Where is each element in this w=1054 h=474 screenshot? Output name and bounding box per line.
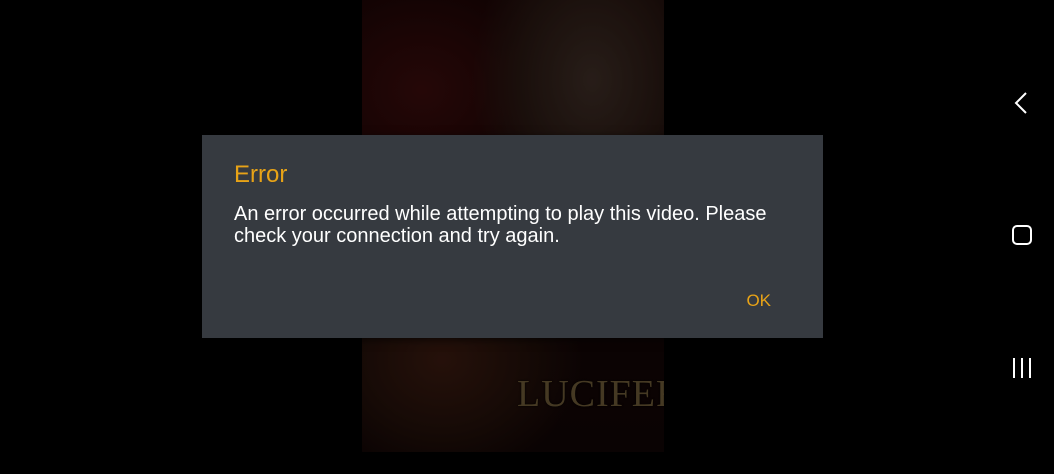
error-dialog: Error An error occurred while attempting… (202, 135, 823, 338)
back-button[interactable] (1000, 81, 1044, 125)
rounded-square-icon (1012, 225, 1032, 245)
ok-button[interactable]: OK (738, 287, 779, 315)
dialog-title: Error (234, 161, 288, 188)
system-navigation-bar (992, 0, 1054, 474)
video-player-screen: LUCIFER Error An error occurred while at… (0, 0, 1054, 474)
home-button[interactable] (1000, 213, 1044, 257)
chevron-left-icon (1014, 92, 1027, 114)
dialog-message: An error occurred while attempting to pl… (234, 203, 767, 247)
recents-button[interactable] (1000, 346, 1044, 390)
three-bars-icon (1013, 358, 1031, 378)
